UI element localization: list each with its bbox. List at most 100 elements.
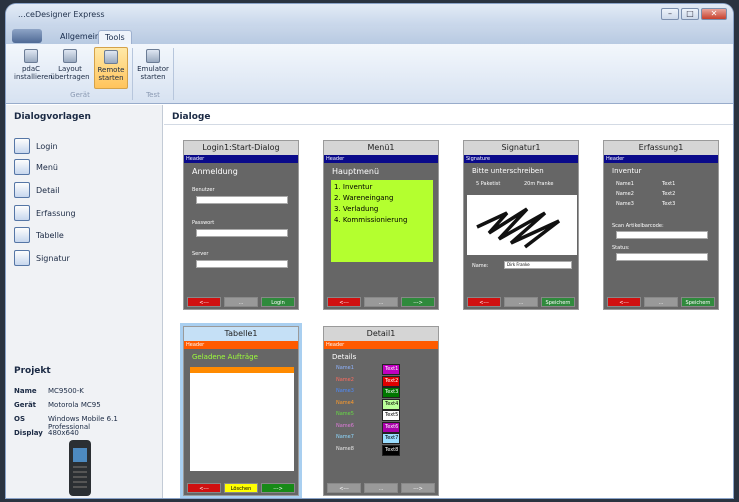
signature-pad[interactable]: [467, 195, 577, 255]
sidebar-item-label: Erfassung: [36, 208, 76, 218]
dialog-card-tabelle[interactable]: Tabelle1 Header Geladene Aufträge <--- L…: [183, 326, 299, 496]
back-button[interactable]: <---: [327, 483, 361, 493]
next-button[interactable]: --->: [401, 483, 435, 493]
back-button[interactable]: <---: [187, 483, 221, 493]
middle-button[interactable]: ...: [644, 297, 678, 307]
detail-value: Text2: [382, 375, 400, 387]
sidebar-item-detail[interactable]: Detail: [14, 181, 60, 199]
middle-button[interactable]: ...: [504, 297, 538, 307]
field-label: Name:: [472, 263, 489, 269]
row-name: Name3: [616, 201, 634, 207]
remote-start-button[interactable]: Remote starten: [94, 47, 128, 89]
project-row: Display 480x640: [14, 429, 79, 437]
title-bar: ...ceDesigner Express – □ ✕: [6, 4, 733, 26]
field-label: Benutzer: [192, 187, 215, 193]
card-header: Header: [184, 155, 298, 163]
back-button[interactable]: <---: [607, 297, 641, 307]
group-separator: [173, 48, 174, 100]
sidebar-item-menu[interactable]: Menü: [14, 158, 58, 176]
user-input[interactable]: [196, 196, 288, 204]
card-body: Bitte unterschreiben 5 Paketist 20m Fran…: [464, 163, 578, 309]
login-button[interactable]: Login: [261, 297, 295, 307]
row-name: Name2: [616, 191, 634, 197]
sig-info: 5 Paketist: [476, 181, 501, 187]
layout-transfer-button[interactable]: Layout übertragen: [50, 47, 90, 89]
row-value: Text3: [662, 201, 676, 207]
dialog-card-menu[interactable]: Menü1 Header Hauptmenü 1. Inventur 2. Wa…: [323, 140, 439, 310]
row-value: Text2: [662, 191, 676, 197]
password-input[interactable]: [196, 229, 288, 237]
maximize-button[interactable]: □: [681, 8, 699, 20]
middle-button[interactable]: ...: [224, 297, 258, 307]
dialog-card-erfassung[interactable]: Erfassung1 Header Inventur Name1 Text1 N…: [603, 140, 719, 310]
project-key: Display: [14, 429, 43, 437]
screen: ...ceDesigner Express – □ ✕ Allgemein To…: [0, 0, 739, 502]
menu-item[interactable]: 4. Kommissionierung: [334, 215, 430, 226]
detail-value: Text8: [382, 444, 400, 456]
status-select[interactable]: [616, 253, 708, 261]
back-button[interactable]: <---: [327, 297, 361, 307]
card-heading: Details: [332, 353, 357, 361]
menu-item[interactable]: 2. Wareneingang: [334, 193, 430, 204]
card-body: Details <--- ... ---> Name1 Text1 Name2 Tex…: [324, 349, 438, 495]
login-icon: [14, 138, 30, 154]
minimize-button[interactable]: –: [661, 8, 679, 20]
emulator-icon: [146, 49, 160, 63]
close-button[interactable]: ✕: [701, 8, 727, 20]
install-icon: [24, 49, 38, 63]
group-separator: [132, 48, 133, 100]
row-name: Name1: [616, 181, 634, 187]
delete-button[interactable]: Löschen: [224, 483, 258, 493]
card-body: Inventur Name1 Text1 Name2 Text2 Name3 T…: [604, 163, 718, 309]
dialog-card-login[interactable]: Login1:Start-Dialog Header Anmeldung Ben…: [183, 140, 299, 310]
ribbon-tabs: Allgemein Tools: [6, 26, 733, 44]
table-icon: [14, 227, 30, 243]
sidebar-item-label: Detail: [36, 185, 60, 195]
card-title: Menü1: [324, 141, 438, 155]
menu-item[interactable]: 3. Verladung: [334, 204, 430, 215]
card-body: Anmeldung Benutzer Passwort Server <--- …: [184, 163, 298, 309]
app-menu-button[interactable]: [12, 29, 42, 43]
save-button[interactable]: Speichern: [681, 297, 715, 307]
sidebar-item-signatur[interactable]: Signatur: [14, 249, 70, 267]
card-header: Header: [184, 341, 298, 349]
remote-label: Remote starten: [97, 66, 125, 82]
field-label: Passwort: [192, 220, 215, 226]
menu-item[interactable]: 1. Inventur: [334, 182, 430, 193]
sidebar-item-erfassung[interactable]: Erfassung: [14, 204, 76, 222]
remote-icon: [104, 50, 118, 64]
card-heading: Anmeldung: [192, 167, 238, 176]
order-table[interactable]: [190, 367, 294, 471]
next-button[interactable]: --->: [261, 483, 295, 493]
field-label: Status:: [612, 245, 630, 251]
detail-value: Text5: [382, 410, 400, 421]
detail-value: Text6: [382, 421, 400, 433]
card-title: Tabelle1: [184, 327, 298, 341]
name-input[interactable]: Dirk Franke: [504, 261, 572, 269]
emulator-start-button[interactable]: Emulator starten: [136, 47, 170, 89]
back-button[interactable]: <---: [187, 297, 221, 307]
middle-button[interactable]: ...: [364, 297, 398, 307]
next-button[interactable]: --->: [401, 297, 435, 307]
save-button[interactable]: Speichern: [541, 297, 575, 307]
dialogs-title: Dialoge: [164, 105, 733, 125]
dialog-card-signatur[interactable]: Signatur1 Signature Bitte unterschreiben…: [463, 140, 579, 310]
detail-name: Name5: [336, 411, 354, 417]
field-label: Scan Artikelbarcode:: [612, 223, 664, 229]
detail-name: Name4: [336, 399, 354, 406]
tab-tools[interactable]: Tools: [98, 30, 132, 44]
sidebar-item-login[interactable]: Login: [14, 137, 58, 155]
sidebar-item-tabelle[interactable]: Tabelle: [14, 226, 64, 244]
detail-name: Name2: [336, 376, 354, 383]
server-select[interactable]: [196, 260, 288, 268]
sig-info: 20m Franke: [524, 181, 554, 187]
dialog-card-detail[interactable]: Detail1 Header Details <--- ... ---> Nam…: [323, 326, 439, 496]
project-row: Name MC9500-K: [14, 387, 84, 395]
back-button[interactable]: <---: [467, 297, 501, 307]
install-button[interactable]: pdaC installieren: [14, 47, 53, 89]
field-label: Server: [192, 251, 209, 257]
middle-button[interactable]: ...: [364, 483, 398, 493]
project-value: MC9500-K: [48, 387, 84, 395]
project-value: Motorola MC95: [48, 401, 101, 409]
barcode-input[interactable]: [616, 231, 708, 239]
